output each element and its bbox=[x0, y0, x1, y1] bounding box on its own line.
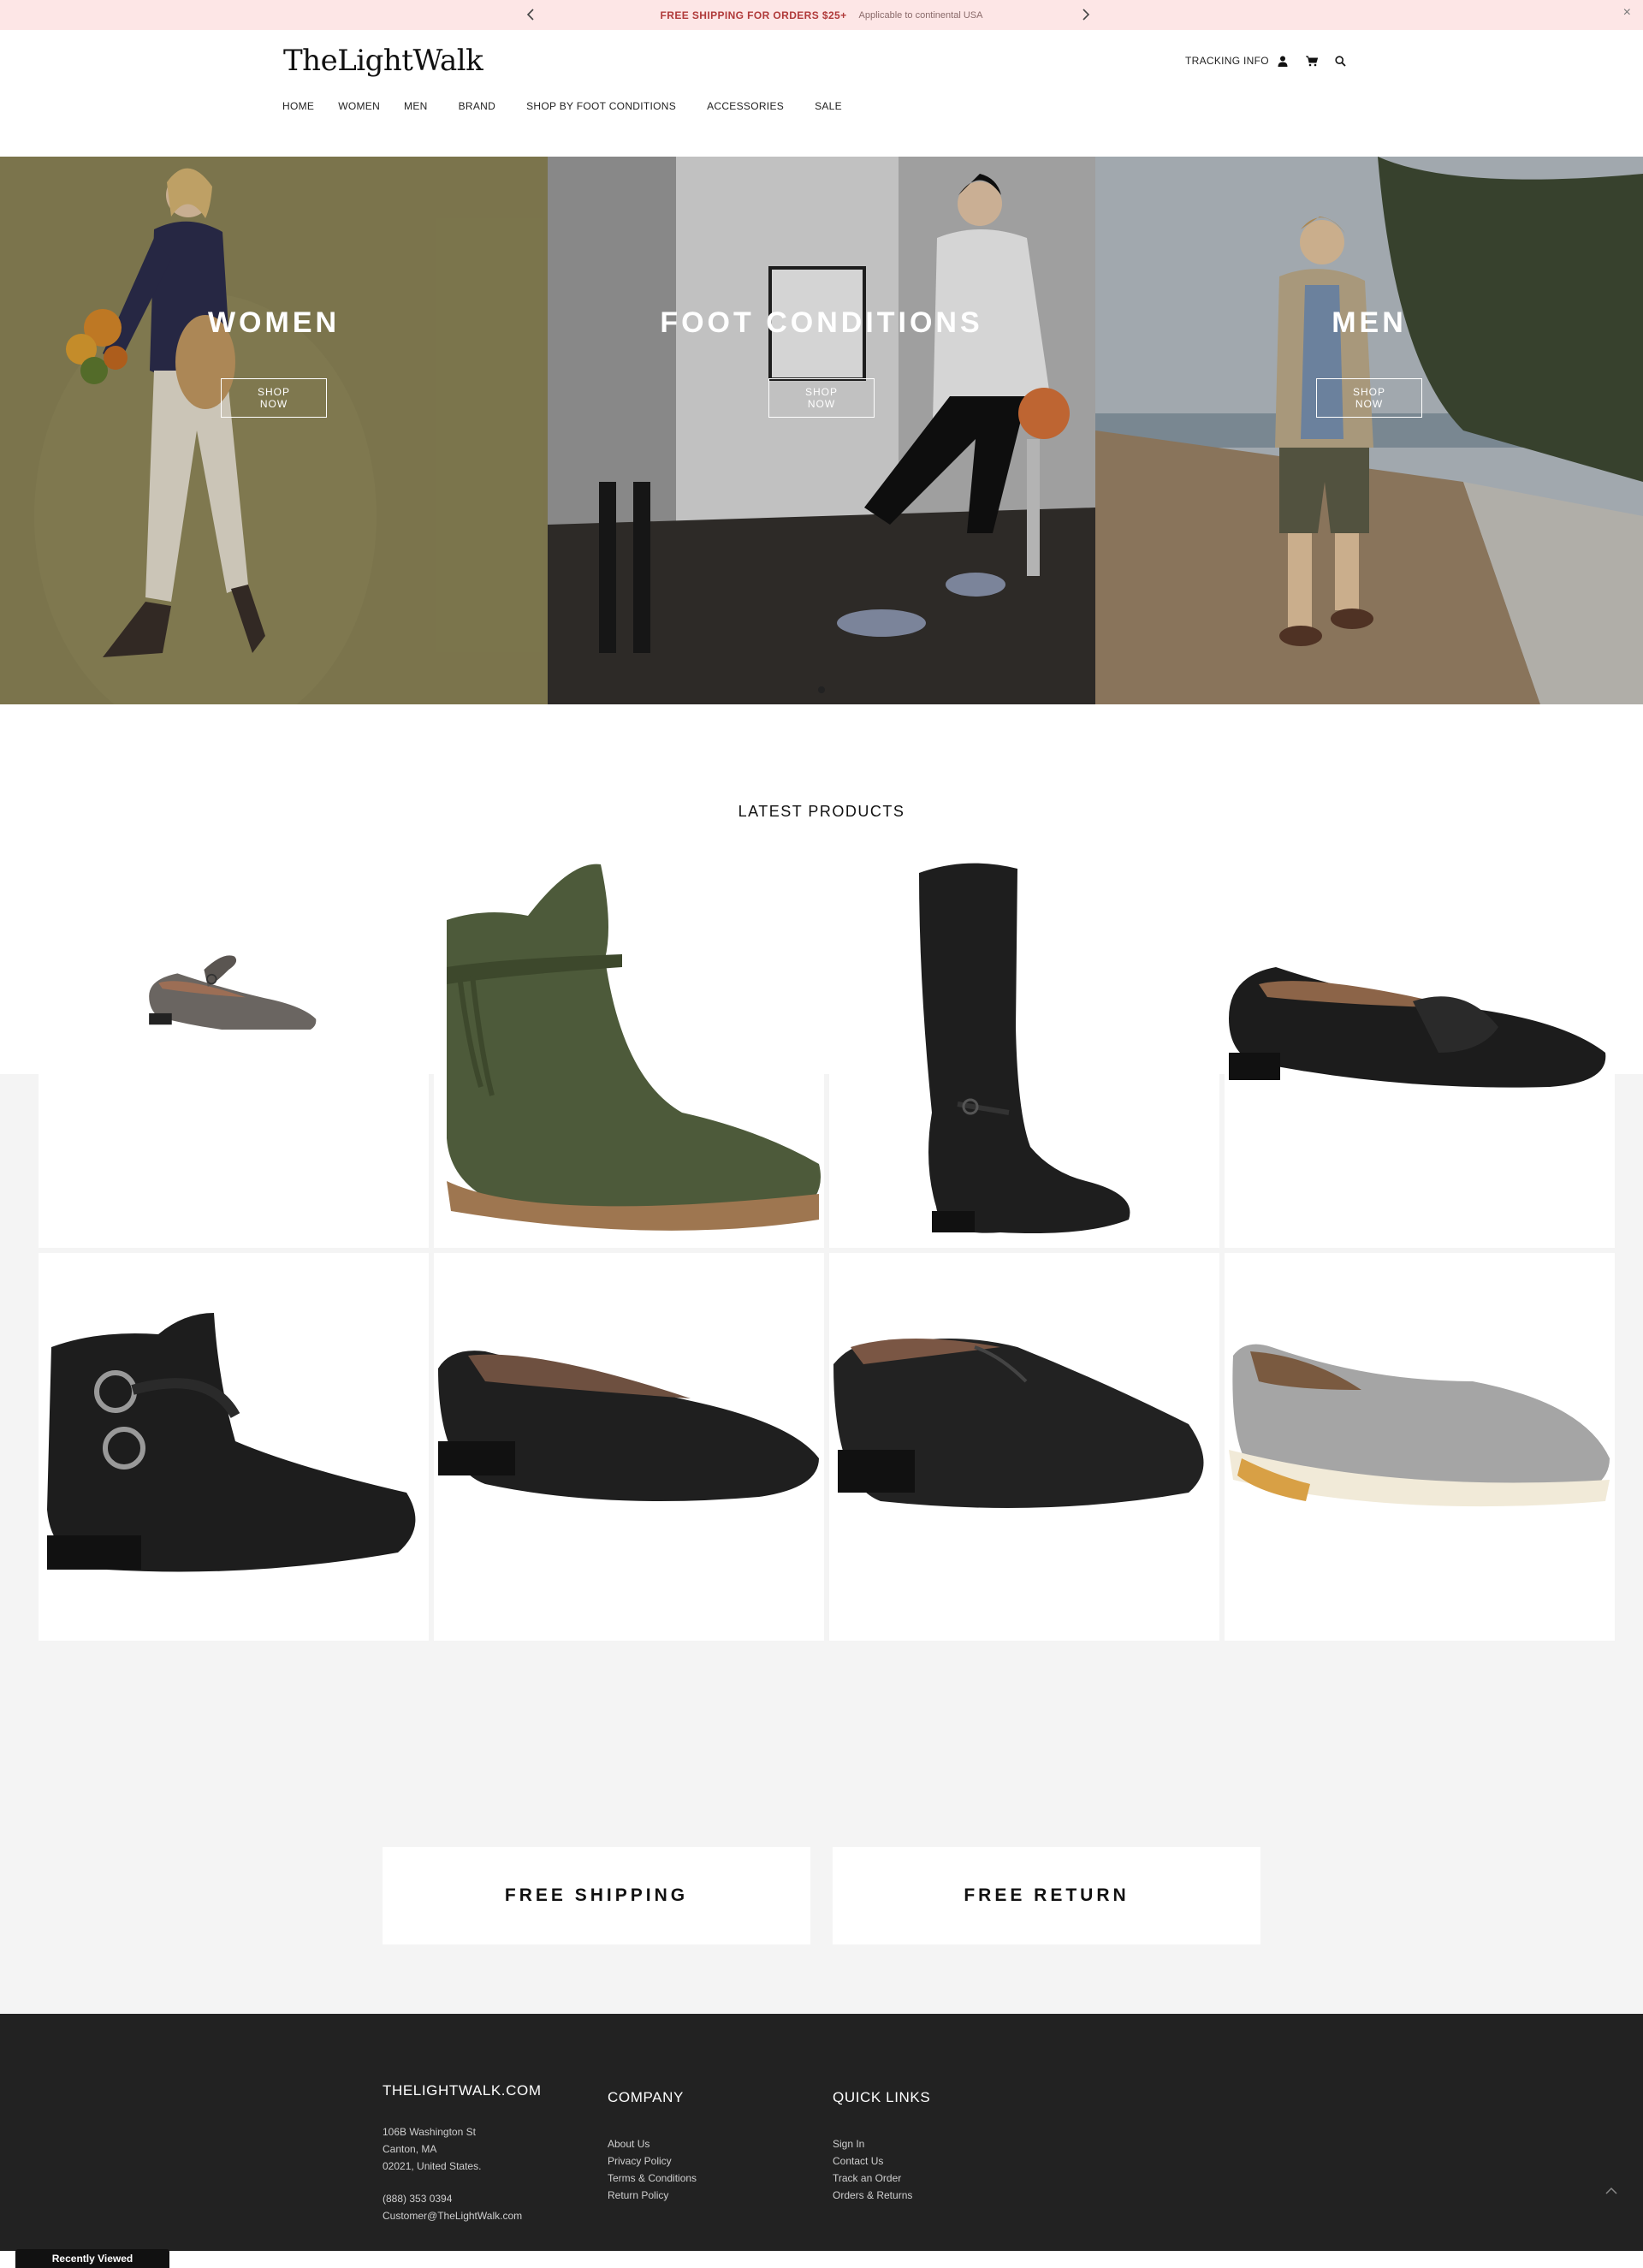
chevron-right-icon bbox=[1082, 9, 1090, 21]
main-nav: HOME WOMEN MEN BRAND SHOP BY FOOT CONDIT… bbox=[282, 100, 866, 112]
free-shipping-label: FREE SHIPPING bbox=[504, 1885, 689, 1905]
nav-item-accessories[interactable]: ACCESSORIES bbox=[707, 100, 784, 112]
cart-icon[interactable] bbox=[1305, 54, 1319, 68]
announcement-bar: FREE SHIPPING FOR ORDERS $25+ Applicable… bbox=[0, 0, 1643, 30]
latest-products-title: LATEST PRODUCTS bbox=[738, 803, 905, 820]
footer-phone[interactable]: (888) 353 0394 bbox=[383, 2190, 542, 2207]
hero-overlay bbox=[0, 157, 548, 704]
recently-viewed-tab[interactable]: Recently Viewed bbox=[15, 2249, 169, 2268]
announcement-message: FREE SHIPPING FOR ORDERS $25+ bbox=[660, 9, 847, 21]
olive-ankle-boot-image bbox=[447, 864, 821, 1231]
footer-link-track[interactable]: Track an Order bbox=[833, 2170, 930, 2187]
user-icon[interactable] bbox=[1276, 54, 1290, 68]
footer-address-line: 02021, United States. bbox=[383, 2160, 482, 2172]
slider-dot[interactable] bbox=[818, 686, 825, 693]
footer-address-line: Canton, MA bbox=[383, 2143, 437, 2155]
footer-quick-title: QUICK LINKS bbox=[833, 2089, 931, 2105]
announcement-prev-button[interactable] bbox=[522, 6, 539, 23]
shop-now-men-button[interactable]: SHOP NOW bbox=[1316, 378, 1422, 418]
footer-address-line: 106B Washington St bbox=[383, 2126, 476, 2138]
hero-banner: WOMEN SHOP NOW FOOT CONDITIONS SHOP NOW … bbox=[0, 157, 1643, 704]
product-card-tall-boot[interactable] bbox=[829, 863, 1219, 1248]
footer-link-sign-in[interactable]: Sign In bbox=[833, 2135, 930, 2152]
footer-company-title: COMPANY bbox=[608, 2089, 684, 2105]
footer-link-about[interactable]: About Us bbox=[608, 2135, 697, 2152]
free-return-card: FREE RETURN bbox=[833, 1847, 1260, 1944]
free-shipping-card: FREE SHIPPING bbox=[383, 1847, 810, 1944]
close-icon[interactable]: × bbox=[1623, 5, 1631, 21]
hero-panel-foot-conditions[interactable]: FOOT CONDITIONS SHOP NOW bbox=[548, 157, 1095, 704]
nav-item-foot-conditions[interactable]: SHOP BY FOOT CONDITIONS bbox=[526, 100, 676, 112]
product-card-slip-on-sneaker[interactable] bbox=[1225, 1253, 1615, 1641]
tracking-info-link[interactable]: TRACKING INFO bbox=[1185, 54, 1290, 68]
nav-item-women[interactable]: WOMEN bbox=[338, 100, 380, 112]
shop-now-women-button[interactable]: SHOP NOW bbox=[221, 378, 327, 418]
footer-email[interactable]: Customer@TheLightWalk.com bbox=[383, 2207, 542, 2224]
tall-black-boot-image bbox=[919, 863, 1130, 1233]
product-card-oxford[interactable] bbox=[829, 1253, 1219, 1641]
nav-item-sale[interactable]: SALE bbox=[815, 100, 842, 112]
hero-panel-women[interactable]: WOMEN SHOP NOW bbox=[0, 157, 548, 704]
tracking-info-label: TRACKING INFO bbox=[1185, 55, 1269, 67]
free-return-label: FREE RETURN bbox=[964, 1885, 1130, 1905]
footer-link-privacy[interactable]: Privacy Policy bbox=[608, 2152, 697, 2170]
footer-link-terms[interactable]: Terms & Conditions bbox=[608, 2170, 697, 2187]
bottom-strip bbox=[0, 2251, 1643, 2268]
footer-brand-title: THELIGHTWALK.COM bbox=[383, 2082, 542, 2099]
back-to-top-button[interactable] bbox=[1604, 2183, 1619, 2199]
hero-overlay bbox=[1095, 157, 1643, 704]
chevron-up-icon bbox=[1605, 2187, 1617, 2194]
hero-title-men: MEN bbox=[1332, 306, 1407, 339]
product-card-ankle-boot[interactable] bbox=[434, 864, 824, 1248]
product-card-mary-jane[interactable] bbox=[39, 955, 429, 1248]
footer-link-orders-returns[interactable]: Orders & Returns bbox=[833, 2187, 930, 2204]
hero-title-women: WOMEN bbox=[207, 306, 341, 339]
footer-link-return-policy[interactable]: Return Policy bbox=[608, 2187, 697, 2204]
footer-company-column: COMPANY About Us Privacy Policy Terms & … bbox=[608, 2089, 697, 2204]
black-skimmer-flat-image bbox=[438, 1351, 819, 1501]
hero-panel-men[interactable]: MEN SHOP NOW bbox=[1095, 157, 1643, 704]
site-logo[interactable]: TheLightWalk bbox=[283, 44, 483, 78]
black-knot-flat-image bbox=[1229, 967, 1606, 1088]
mary-jane-flat-image bbox=[149, 955, 317, 1030]
product-card-buckle-bootie[interactable] bbox=[39, 1253, 429, 1641]
buckle-bootie-image bbox=[47, 1313, 416, 1572]
hero-overlay bbox=[548, 157, 1095, 704]
product-card-skimmer-flat[interactable] bbox=[434, 1253, 824, 1641]
shop-now-foot-conditions-button[interactable]: SHOP NOW bbox=[768, 378, 875, 418]
footer-brand-column: THELIGHTWALK.COM 106B Washington St Cant… bbox=[383, 2082, 542, 2224]
grey-slip-on-sneaker-image bbox=[1229, 1344, 1610, 1507]
black-oxford-image bbox=[833, 1339, 1204, 1508]
hero-title-foot-conditions: FOOT CONDITIONS bbox=[660, 306, 983, 339]
site-header: TheLightWalk TRACKING INFO HOME WOMEN ME… bbox=[0, 30, 1643, 157]
nav-item-home[interactable]: HOME bbox=[282, 100, 314, 112]
product-card-knot-flat[interactable] bbox=[1225, 967, 1615, 1248]
nav-item-men[interactable]: MEN bbox=[404, 100, 428, 112]
site-footer: THELIGHTWALK.COM 106B Washington St Cant… bbox=[0, 2014, 1643, 2251]
chevron-left-icon bbox=[526, 9, 534, 21]
footer-quick-links-column: QUICK LINKS Sign In Contact Us Track an … bbox=[833, 2089, 930, 2204]
header-utility: TRACKING INFO bbox=[1185, 54, 1348, 68]
announcement-sub: Applicable to continental USA bbox=[858, 9, 983, 21]
search-icon[interactable] bbox=[1334, 54, 1348, 68]
announcement-next-button[interactable] bbox=[1077, 6, 1094, 23]
footer-link-contact[interactable]: Contact Us bbox=[833, 2152, 930, 2170]
nav-item-brand[interactable]: BRAND bbox=[459, 100, 496, 112]
